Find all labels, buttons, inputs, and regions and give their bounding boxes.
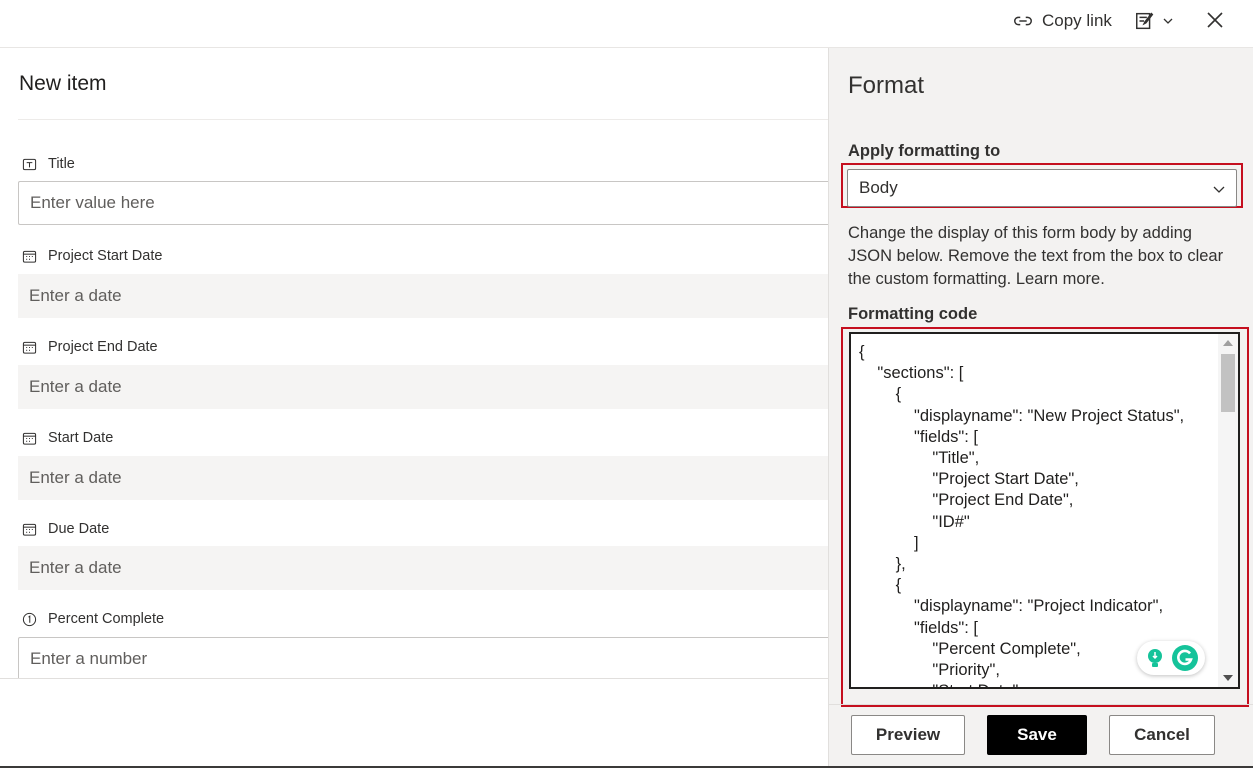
close-icon[interactable] — [1205, 10, 1225, 30]
scroll-down-icon[interactable] — [1223, 675, 1233, 681]
panel-title: Format — [848, 72, 925, 99]
scroll-up-icon[interactable] — [1223, 340, 1233, 346]
cancel-button[interactable]: Cancel — [1109, 715, 1215, 755]
panel-footer-divider — [829, 704, 1253, 705]
scroll-thumb[interactable] — [1221, 354, 1235, 412]
code-scrollbar[interactable] — [1218, 334, 1238, 687]
copy-link-label: Copy link — [1042, 11, 1112, 30]
copy-link-button[interactable]: Copy link — [1012, 10, 1112, 32]
field-label-text: Title — [48, 156, 75, 172]
start-date-input[interactable]: Enter a date — [18, 456, 828, 500]
date-placeholder: Enter a date — [29, 558, 122, 577]
field-label-text: Project Start Date — [48, 248, 163, 264]
form-divider — [18, 119, 828, 120]
field-label-project-start-date: Project Start Date — [22, 248, 162, 264]
edit-form-button[interactable] — [1134, 10, 1174, 32]
project-end-date-input[interactable]: Enter a date — [18, 365, 828, 409]
chevron-down-icon — [1213, 186, 1225, 193]
lightbulb-icon[interactable] — [1143, 646, 1167, 670]
date-placeholder: Enter a date — [29, 377, 122, 396]
grammarly-widget[interactable] — [1137, 641, 1205, 675]
format-panel: Format Apply formatting to Body Change t… — [828, 48, 1253, 768]
calendar-icon — [22, 523, 37, 536]
calendar-icon — [22, 432, 37, 445]
percent-complete-input[interactable]: Enter a number — [18, 637, 828, 678]
date-placeholder: Enter a date — [29, 468, 122, 487]
date-placeholder: Enter a date — [29, 286, 122, 305]
link-icon — [1014, 16, 1032, 26]
text-field-icon — [22, 158, 37, 170]
project-start-date-input[interactable]: Enter a date — [18, 274, 828, 318]
command-bar: Copy link — [0, 0, 1253, 48]
grammarly-icon[interactable] — [1171, 644, 1199, 672]
formatting-code-editor[interactable]: { "sections": [ { "displayname": "New Pr… — [849, 332, 1240, 689]
field-label-text: Due Date — [48, 521, 110, 537]
edit-form-icon — [1136, 12, 1154, 30]
chevron-down-icon — [1163, 18, 1173, 24]
save-button[interactable]: Save — [987, 715, 1087, 755]
apply-formatting-dropdown[interactable]: Body — [847, 169, 1237, 207]
form-bottom-divider — [0, 678, 828, 679]
dropdown-value: Body — [859, 178, 898, 197]
due-date-input[interactable]: Enter a date — [18, 546, 828, 590]
field-label-project-end-date: Project End Date — [22, 339, 158, 355]
apply-formatting-label: Apply formatting to — [848, 142, 1001, 160]
field-label-text: Project End Date — [48, 339, 158, 355]
format-description: Change the display of this form body by … — [848, 224, 1224, 288]
calendar-icon — [22, 341, 37, 354]
preview-button[interactable]: Preview — [851, 715, 965, 755]
number-icon — [22, 612, 37, 626]
field-label-start-date: Start Date — [22, 430, 113, 446]
calendar-icon — [22, 250, 37, 263]
number-placeholder: Enter a number — [30, 649, 148, 668]
title-placeholder: Enter value here — [30, 193, 155, 212]
new-item-form: New item Title Enter value here Project … — [0, 48, 828, 678]
field-label-due-date: Due Date — [22, 521, 109, 537]
form-title: New item — [19, 72, 107, 95]
formatting-code-text: { "sections": [ { "displayname": "New Pr… — [859, 343, 1185, 687]
title-input[interactable]: Enter value here — [18, 181, 828, 225]
field-label-title: Title — [22, 156, 75, 172]
field-label-text: Start Date — [48, 430, 114, 446]
formatting-code-label: Formatting code — [848, 305, 978, 323]
field-label-text: Percent Complete — [48, 611, 165, 627]
field-label-percent-complete: Percent Complete — [22, 611, 164, 627]
